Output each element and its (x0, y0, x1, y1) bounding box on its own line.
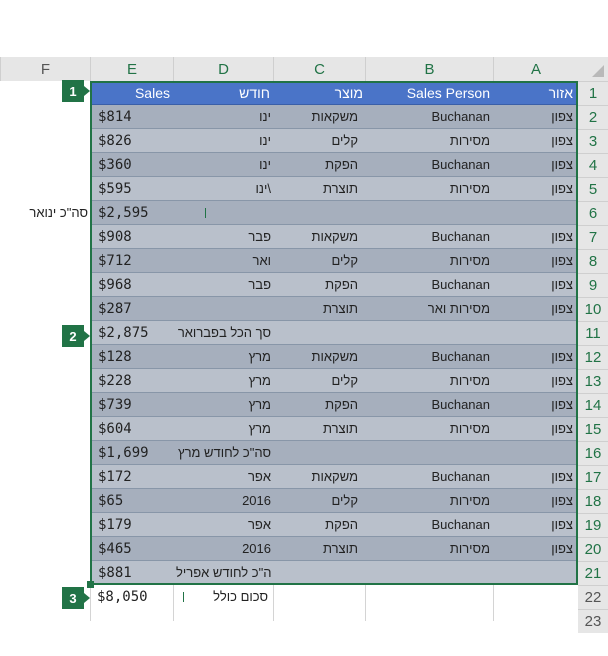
column-header-d[interactable]: D (173, 57, 273, 81)
row-header[interactable]: 7 (578, 225, 608, 249)
row-header[interactable]: 16 (578, 441, 608, 465)
outside-total-label[interactable]: סה"כ ינואר (0, 201, 88, 225)
select-all-triangle-icon (592, 65, 604, 77)
row-header[interactable]: 20 (578, 537, 608, 561)
row-header[interactable]: 12 (578, 345, 608, 369)
fill-handle[interactable] (87, 581, 94, 588)
column-header-f[interactable]: F (0, 57, 90, 81)
row-header[interactable]: 21 (578, 561, 608, 585)
row-header[interactable]: 4 (578, 153, 608, 177)
callout-3: 3 (62, 587, 90, 609)
row-header[interactable]: 10 (578, 297, 608, 321)
row-header[interactable]: 17 (578, 465, 608, 489)
row-header[interactable]: 13 (578, 369, 608, 393)
callout-1: 1 (62, 80, 90, 102)
cell-marker (183, 592, 184, 602)
row-header[interactable]: 18 (578, 489, 608, 513)
row-header[interactable]: 9 (578, 273, 608, 297)
row-header[interactable]: 6 (578, 201, 608, 225)
column-header-b[interactable]: B (365, 57, 493, 81)
column-header-a[interactable]: A (493, 57, 578, 81)
row-header[interactable]: 3 (578, 129, 608, 153)
row-header[interactable]: 2 (578, 105, 608, 129)
row-header[interactable]: 14 (578, 393, 608, 417)
spreadsheet: F E D C B A 1 2 3 4 5 6 7 8 9 10 11 12 1… (0, 0, 608, 656)
grand-total-value[interactable]: $8,050 (97, 585, 173, 609)
selection-border (90, 81, 578, 585)
row-header[interactable]: 22 (578, 585, 608, 609)
row-header[interactable]: 5 (578, 177, 608, 201)
row-header[interactable]: 23 (578, 609, 608, 633)
row-header[interactable]: 1 (578, 81, 608, 105)
callout-2: 2 (62, 325, 90, 347)
row-header[interactable]: 15 (578, 417, 608, 441)
row-header[interactable]: 19 (578, 513, 608, 537)
grand-total-label[interactable]: סכום כולל (180, 585, 268, 609)
select-all-corner[interactable] (578, 57, 608, 81)
column-header-c[interactable]: C (273, 57, 365, 81)
row-header[interactable]: 8 (578, 249, 608, 273)
column-header-e[interactable]: E (90, 57, 173, 81)
row-header[interactable]: 11 (578, 321, 608, 345)
